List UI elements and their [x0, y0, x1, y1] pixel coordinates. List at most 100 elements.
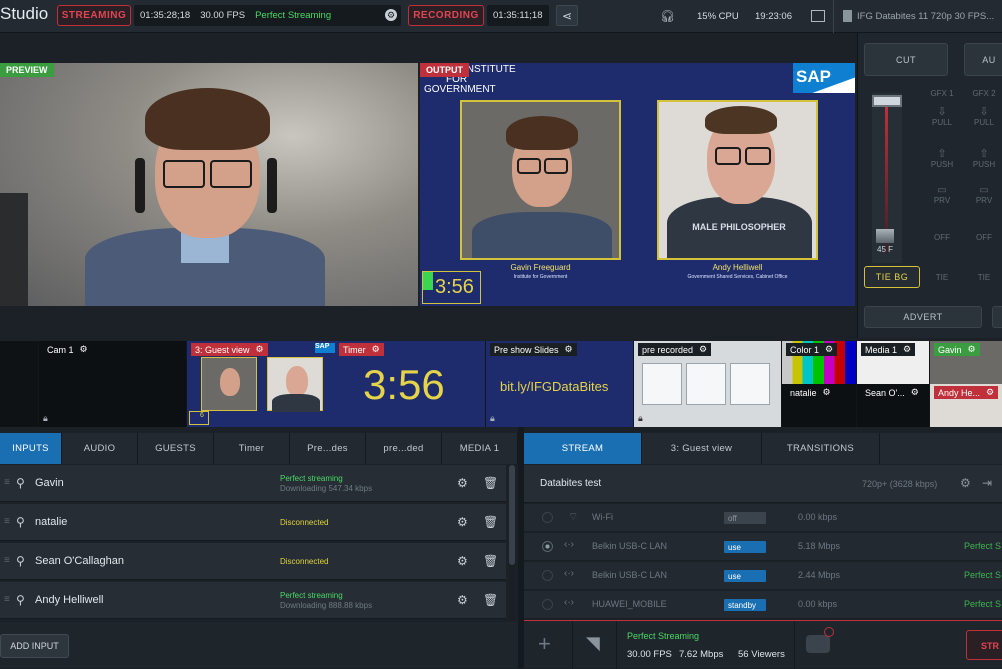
- connection-mode[interactable]: off: [724, 512, 766, 524]
- tie-bg-button[interactable]: TIE BG: [864, 266, 920, 288]
- gfx1-off[interactable]: OFF: [924, 233, 960, 242]
- tile-settings-icon[interactable]: ⚙: [699, 344, 707, 355]
- source-tile-natalie[interactable]: natalie ⚙: [782, 384, 856, 427]
- trash-icon[interactable]: 🗑︎: [483, 593, 498, 607]
- source-tile-gavin[interactable]: Gavin ⚙: [930, 341, 1002, 384]
- trash-icon[interactable]: 🗑︎: [483, 554, 498, 568]
- tab-guests[interactable]: GUESTS: [138, 433, 214, 464]
- connection-mode[interactable]: use: [724, 541, 766, 553]
- preview-chair: [0, 193, 28, 306]
- inputs-scrollbar[interactable]: [509, 465, 515, 620]
- input-row-sean[interactable]: ≡ ⚲ Sean O'Callaghan Disconnected ⚙ 🗑︎: [0, 543, 506, 580]
- layout-icon[interactable]: [811, 10, 825, 22]
- tab-timer[interactable]: Timer: [214, 433, 290, 464]
- gfx1-prv[interactable]: ▭ PRV: [924, 185, 960, 205]
- stream-exit-icon[interactable]: ⇥: [982, 476, 992, 490]
- connection-row[interactable]: ‹·› HUAWEI_MOBILE standby 0.00 kbps Perf…: [524, 591, 1002, 619]
- connection-row[interactable]: ⌔ Wi-Fi off 0.00 kbps: [524, 504, 1002, 532]
- source-tile-slides[interactable]: bit.ly/IFGDataBites Pre show Slides ⚙ 🔒︎: [486, 341, 633, 427]
- source-tile-andy[interactable]: Andy He... ⚙: [930, 384, 1002, 427]
- streaming-button[interactable]: STREAMING: [57, 5, 131, 26]
- t-bar-handle[interactable]: [872, 95, 902, 107]
- gfx2-tie[interactable]: TIE: [966, 273, 1002, 282]
- advert-button[interactable]: ADVERT: [864, 306, 982, 328]
- trash-icon[interactable]: 🗑︎: [483, 515, 498, 529]
- cut-button[interactable]: CUT: [864, 43, 948, 76]
- tile-settings-icon[interactable]: ⚙: [825, 344, 833, 355]
- tab-stream[interactable]: STREAM: [524, 433, 642, 464]
- connection-radio[interactable]: [542, 512, 553, 523]
- tab-pre-recorded[interactable]: pre...ded: [366, 433, 442, 464]
- transition-panel: CUT AU 45 F GFX 1 GFX 2 ⇩ PULL ⇩ PULL ⇧ PUS…: [857, 33, 1002, 338]
- tab-inputs[interactable]: INPUTS: [0, 433, 62, 464]
- stream-settings-icon[interactable]: ⚙: [385, 9, 397, 21]
- share-icon[interactable]: ⋖: [556, 5, 578, 26]
- source-tile-sean[interactable]: Sean O'... ⚙: [857, 384, 929, 427]
- drag-handle-icon[interactable]: ≡: [4, 477, 10, 488]
- stream-time: 01:35:28;18: [140, 10, 191, 21]
- gfx2-off[interactable]: OFF: [966, 233, 1002, 242]
- add-destination-icon[interactable]: +: [538, 631, 551, 657]
- connection-mode[interactable]: use: [724, 570, 766, 582]
- source-tile-pre-recorded[interactable]: pre recorded ⚙ 🔒︎: [634, 341, 781, 427]
- stream-gear-icon[interactable]: ⚙: [960, 476, 971, 490]
- drag-handle-icon[interactable]: ≡: [4, 555, 10, 566]
- trash-icon[interactable]: 🗑︎: [483, 476, 498, 490]
- drag-handle-icon[interactable]: ≡: [4, 594, 10, 605]
- connection-row[interactable]: ‹·› Belkin USB-C LAN use 5.18 Mbps Perfe…: [524, 533, 1002, 561]
- add-input-button[interactable]: ADD INPUT: [0, 634, 69, 658]
- tile-settings-icon[interactable]: ⚙: [565, 344, 573, 355]
- gfx1-tie[interactable]: TIE: [924, 273, 960, 282]
- gear-icon[interactable]: ⚙: [457, 476, 468, 490]
- transition-frames[interactable]: 45 F: [877, 245, 893, 254]
- connection-radio[interactable]: [542, 570, 553, 581]
- tile-settings-icon[interactable]: ⚙: [968, 344, 976, 355]
- gfx2-prv[interactable]: ▭ PRV: [966, 185, 1002, 205]
- input-status: Disconnected: [280, 557, 329, 566]
- tab-pre-slides[interactable]: Pre...des: [290, 433, 366, 464]
- tile-settings-icon[interactable]: ⚙: [823, 387, 831, 398]
- auto-button[interactable]: AU: [964, 43, 1002, 76]
- tab-guest-view[interactable]: 3: Guest view: [642, 433, 762, 464]
- ethernet-icon: ‹·›: [564, 568, 574, 579]
- source-tile-timer[interactable]: 3:56 Timer ⚙: [335, 341, 485, 427]
- connection-row[interactable]: ‹·› Belkin USB-C LAN use 2.44 Mbps Perfe…: [524, 562, 1002, 590]
- recording-button[interactable]: RECORDING: [408, 5, 484, 26]
- source-tile-media1[interactable]: Media 1 ⚙: [857, 341, 929, 384]
- headphones-icon[interactable]: 🎧︎: [660, 9, 675, 23]
- source-tile-cam1[interactable]: Cam 1 ⚙ 🔒︎: [39, 341, 186, 427]
- tab-media1[interactable]: MEDIA 1: [442, 433, 518, 464]
- tile-settings-icon[interactable]: ⚙: [80, 344, 88, 355]
- tab-audio[interactable]: AUDIO: [62, 433, 138, 464]
- advert-extra-button[interactable]: [992, 306, 1002, 328]
- footer-fps: 30.00 FPS: [627, 649, 672, 660]
- input-row-natalie[interactable]: ≡ ⚲ natalie Disconnected ⚙ 🗑︎: [0, 504, 506, 541]
- cpu-usage: 15% CPU: [697, 11, 739, 22]
- gear-icon[interactable]: ⚙: [457, 554, 468, 568]
- input-row-gavin[interactable]: ≡ ⚲ Gavin Perfect streaming Downloading …: [0, 465, 506, 502]
- connection-mode[interactable]: standby: [724, 599, 766, 611]
- connection-radio[interactable]: [542, 599, 553, 610]
- gfx1-push[interactable]: ⇧ PUSH: [924, 147, 960, 169]
- output-monitor[interactable]: INSTITUTE FOR GOVERNMENT SAP Gavin Freeg…: [420, 63, 855, 306]
- gear-icon[interactable]: ⚙: [457, 515, 468, 529]
- drag-handle-icon[interactable]: ≡: [4, 516, 10, 527]
- stream-start-button[interactable]: STR: [966, 630, 1002, 660]
- tile-settings-icon[interactable]: ⚙: [256, 344, 264, 355]
- connection-radio[interactable]: [542, 541, 553, 552]
- tile-settings-icon[interactable]: ⚙: [911, 387, 919, 398]
- source-tile-color1[interactable]: Color 1 ⚙: [782, 341, 856, 384]
- source-tile-guest-view[interactable]: SAP 3: Guest view ⚙ 6: [187, 341, 335, 427]
- gfx1-pull[interactable]: ⇩ PULL: [924, 105, 960, 127]
- tab-transitions[interactable]: TRANSITIONS: [762, 433, 880, 464]
- gfx2-push[interactable]: ⇧ PUSH: [966, 147, 1002, 169]
- gear-icon[interactable]: ⚙: [457, 593, 468, 607]
- gfx2-pull[interactable]: ⇩ PULL: [966, 105, 1002, 127]
- session-name[interactable]: IFG Databites 11 720p 30 FPS...: [857, 11, 994, 22]
- tile-settings-icon[interactable]: ⚙: [986, 387, 994, 398]
- preview-monitor[interactable]: PREVIEW: [0, 63, 418, 306]
- connection-rate: 0.00 kbps: [798, 512, 838, 522]
- tile-settings-icon[interactable]: ⚙: [903, 344, 911, 355]
- tile-settings-icon[interactable]: ⚙: [372, 344, 380, 355]
- input-row-andy[interactable]: ≡ ⚲ Andy Helliwell Perfect streaming Dow…: [0, 582, 506, 619]
